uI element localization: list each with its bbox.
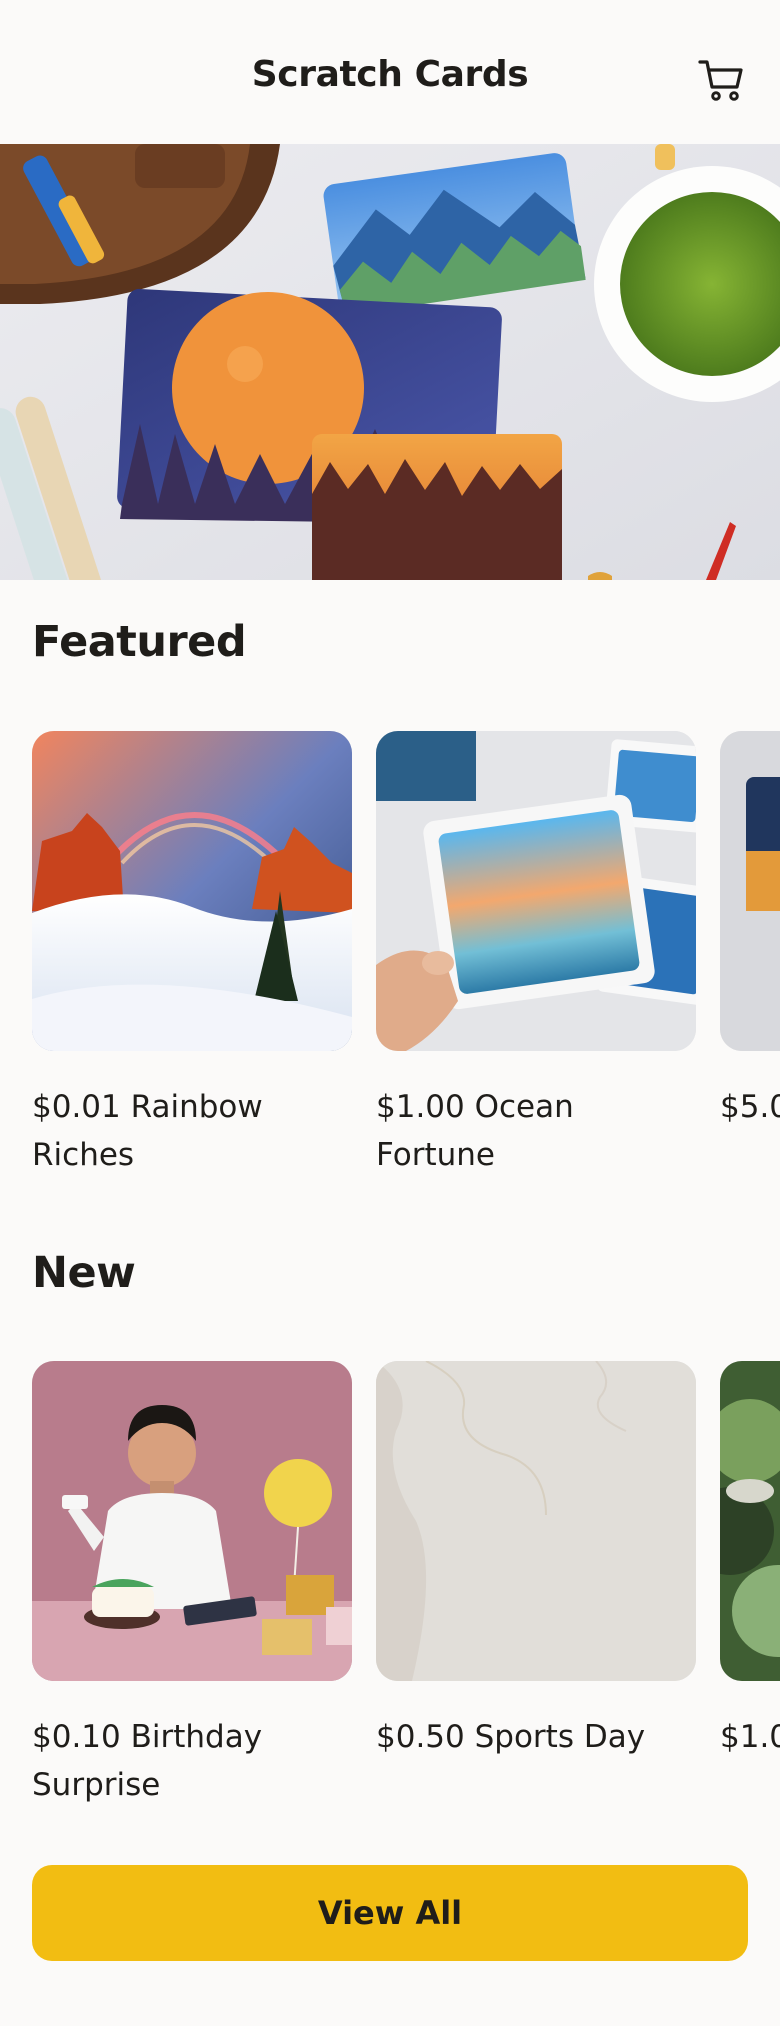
card-ocean-fortune[interactable]: $1.00 Ocean Fortune xyxy=(376,731,696,1191)
card-sports-day[interactable]: $0.50 Sports Day xyxy=(376,1361,696,1821)
card-title: $0.01 Rainbow Riches xyxy=(32,1089,263,1173)
new-section-title: New xyxy=(32,1248,136,1298)
top-bar: Scratch Cards xyxy=(0,0,780,144)
treasure-card-image xyxy=(720,731,780,1051)
card-title: $0.10 Birthday Surprise xyxy=(32,1719,263,1803)
shopping-cart-icon xyxy=(698,60,743,101)
card-treasure[interactable]: $5.00 Treasure xyxy=(720,731,780,1191)
card-vacation[interactable]: $1.00 Vacation xyxy=(720,1361,780,1821)
card-title: $1.00 Vacation xyxy=(720,1719,780,1755)
card-title: $5.00 Treasure xyxy=(720,1089,780,1125)
canyon-rainbow-image xyxy=(32,731,352,1051)
card-thumbnail xyxy=(32,1361,352,1681)
card-title: $1.00 Ocean Fortune xyxy=(376,1089,574,1173)
card-birthday-surprise[interactable]: $0.10 Birthday Surprise xyxy=(32,1361,352,1821)
featured-carousel[interactable]: $0.01 Rainbow Riches $1.00 Ocean Fortune… xyxy=(0,731,780,1191)
hero-banner xyxy=(0,144,780,580)
sports-day-image xyxy=(376,1361,696,1681)
page-title: Scratch Cards xyxy=(251,54,529,95)
view-all-button[interactable]: View All xyxy=(32,1865,748,1961)
card-rainbow-riches[interactable]: $0.01 Rainbow Riches xyxy=(32,731,352,1191)
vacation-image xyxy=(720,1361,780,1681)
card-thumbnail xyxy=(32,731,352,1051)
scratch-card-hero-image xyxy=(0,144,780,580)
card-thumbnail xyxy=(720,1361,780,1681)
card-thumbnail xyxy=(720,731,780,1051)
card-thumbnail xyxy=(376,1361,696,1681)
featured-section-title: Featured xyxy=(32,617,247,667)
ocean-card-image xyxy=(376,731,696,1051)
cart-button[interactable] xyxy=(696,54,748,106)
card-thumbnail xyxy=(376,731,696,1051)
new-carousel[interactable]: $0.10 Birthday Surprise $0.50 Sports Day xyxy=(0,1361,780,1821)
birthday-image xyxy=(32,1361,352,1681)
card-title: $0.50 Sports Day xyxy=(376,1719,646,1755)
